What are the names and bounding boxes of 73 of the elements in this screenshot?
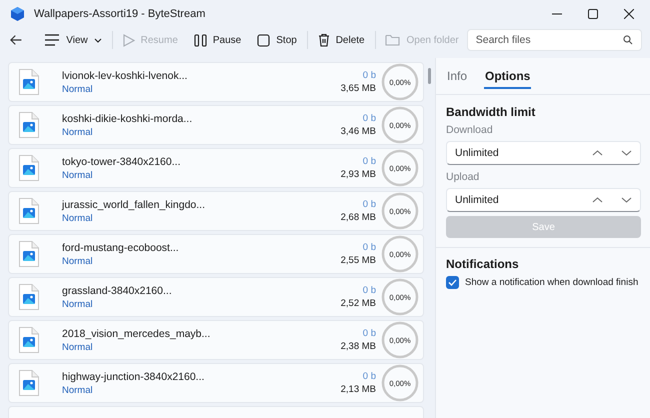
image-file-icon xyxy=(19,69,39,95)
file-size: 2,13 MB xyxy=(340,384,376,395)
field-label: Download xyxy=(446,124,494,136)
checkbox[interactable] xyxy=(446,276,459,289)
file-name: koshki-dikie-koshki-morda... xyxy=(62,112,194,124)
image-file-icon xyxy=(19,112,39,138)
toolbar-button[interactable]: Delete xyxy=(310,29,373,51)
priority-label: Normal xyxy=(62,342,94,352)
stop-icon xyxy=(257,34,270,46)
priority-label: Normal xyxy=(62,170,94,180)
priority-label: Normal xyxy=(62,298,94,310)
caret-icon xyxy=(94,38,102,42)
toolbar-button[interactable]: Stop xyxy=(249,30,305,50)
downloaded-size: 0 b xyxy=(362,199,376,210)
chevron-up-icon[interactable] xyxy=(592,197,603,203)
window-title: Wallpapers-Assorti19 - ByteStream xyxy=(34,8,206,20)
close-icon[interactable] xyxy=(624,8,634,18)
file-size: 2,93 MB xyxy=(340,169,376,180)
file-name: ford-mustang-ecoboost... xyxy=(62,242,180,254)
file-name: jurassic_world_fallen_kingdo... xyxy=(62,198,206,210)
image-file-icon xyxy=(19,327,39,353)
downloaded-size: 0 b xyxy=(362,371,376,382)
file-size: 3,65 MB xyxy=(340,83,376,94)
tab[interactable]: Options xyxy=(484,64,532,89)
field-label: Upload xyxy=(446,171,480,183)
file-size: 2,55 MB xyxy=(340,255,376,266)
downloaded-size: 0 b xyxy=(362,156,376,167)
file-name: lvionok-lev-koshki-lvenok... xyxy=(62,70,188,82)
downloaded-size: 0 b xyxy=(362,113,376,124)
priority-label: Normal xyxy=(62,84,94,94)
toolbar-button[interactable]: Pause xyxy=(186,30,250,50)
file-name: 2018_vision_mercedes_mayb... xyxy=(62,328,212,340)
chevron-down-icon[interactable] xyxy=(621,197,632,203)
image-file-icon xyxy=(19,198,39,224)
priority-label: Normal xyxy=(62,212,94,224)
folder-icon xyxy=(385,34,400,46)
scrollbar-thumb[interactable] xyxy=(428,68,431,84)
file-size: 2,52 MB xyxy=(340,298,376,309)
file-size: 3,46 MB xyxy=(340,126,376,137)
downloaded-size: 0 b xyxy=(362,242,376,253)
downloaded-size: 0 b xyxy=(362,328,376,339)
file-size: 2,68 MB xyxy=(340,212,376,223)
downloaded-size: 0 b xyxy=(362,285,376,296)
downloaded-size: 0 b xyxy=(362,70,376,81)
search-field[interactable]: Search files xyxy=(466,29,642,51)
play-icon xyxy=(122,34,135,46)
chevron-up-icon[interactable] xyxy=(592,150,603,156)
trash-icon xyxy=(318,33,330,47)
file-name: highway-junction-3840x2160... xyxy=(62,370,206,382)
pause-icon xyxy=(194,34,207,46)
image-file-icon xyxy=(19,155,39,181)
chevron-down-icon[interactable] xyxy=(621,150,632,156)
tab[interactable]: Info xyxy=(446,64,468,89)
section-title: Bandwidth limit xyxy=(446,105,536,119)
image-file-icon xyxy=(19,370,39,396)
search-icon[interactable] xyxy=(623,35,633,45)
section-title: Notifications xyxy=(446,257,520,271)
maximize-icon[interactable] xyxy=(588,8,598,18)
toolbar-button[interactable]: View xyxy=(36,30,110,50)
priority-label: Normal xyxy=(62,384,94,396)
priority-label: Normal xyxy=(62,256,94,266)
app-logo-icon xyxy=(11,6,24,20)
back-arrow-icon[interactable] xyxy=(10,34,22,46)
file-name: grassland-3840x2160... xyxy=(62,284,173,296)
image-file-icon xyxy=(19,284,39,310)
image-file-icon xyxy=(19,241,39,267)
file-size: 2,38 MB xyxy=(340,341,376,352)
number-field[interactable]: Unlimited xyxy=(446,188,641,212)
menu-icon xyxy=(44,34,60,46)
checkbox-label: Show a notification when download finish xyxy=(465,277,638,288)
priority-label: Normal xyxy=(62,126,94,138)
file-name: tokyo-tower-3840x2160... xyxy=(62,156,182,168)
number-field[interactable]: Unlimited xyxy=(446,141,641,165)
